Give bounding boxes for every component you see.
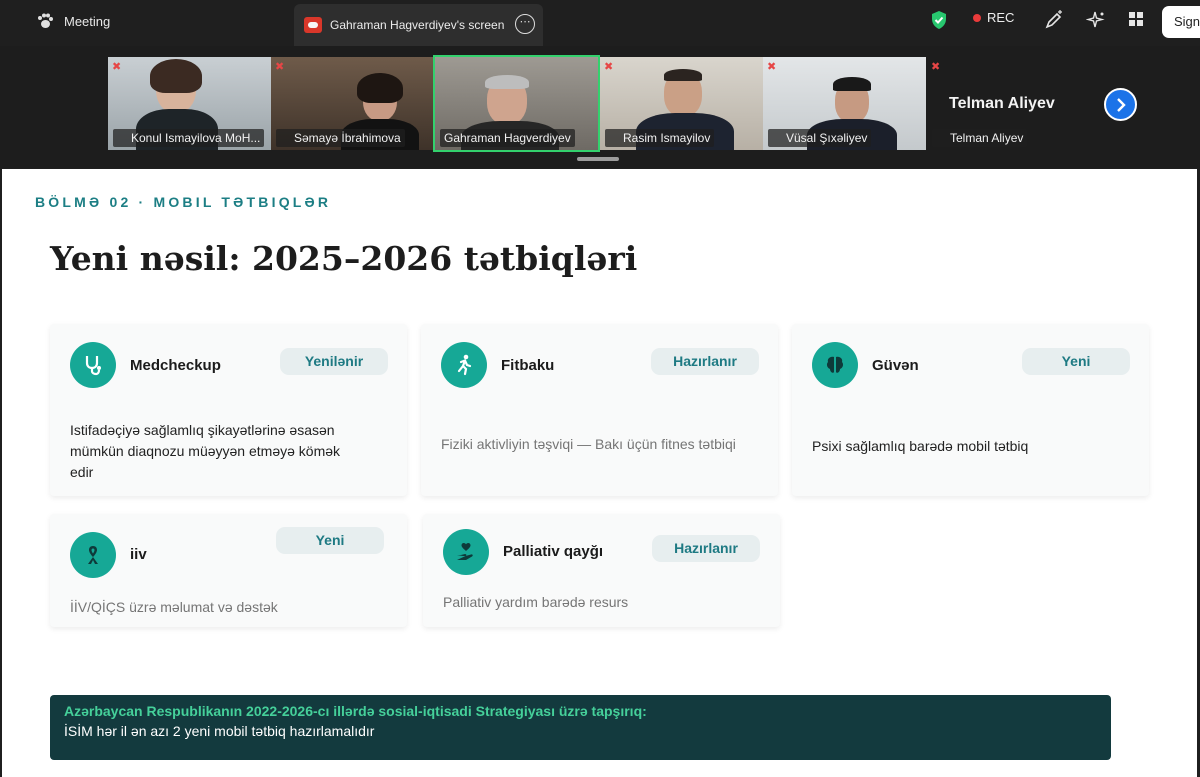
participant-hair — [664, 69, 702, 81]
app-description: Palliativ yardım barədə resurs — [443, 594, 629, 610]
participant-name: Vüsal Şıxəliyev — [768, 129, 872, 147]
participant-name: Konul Ismayilova MoH... — [113, 129, 265, 147]
app-description: Istifadəçiyə sağlamlıq şikayətlərinə əsa… — [70, 422, 341, 480]
more-options-button[interactable]: ⋯ — [515, 14, 535, 34]
status-badge: Hazırlanır — [651, 348, 759, 375]
participant-hair — [833, 77, 871, 91]
participant-hair — [357, 73, 403, 103]
strategy-task-text: İSİM hər il ən azı 2 yeni mobil tətbiq h… — [64, 723, 375, 739]
app-name: iiv — [130, 546, 147, 563]
brain-icon — [812, 342, 858, 388]
share-tab-title: Gahraman Hagverdiyev's screen — [330, 18, 505, 32]
participant-name: Rasim Ismayilov — [605, 129, 715, 147]
section-label: BÖLMƏ 02 · MOBIL TƏTBIQLƏR — [35, 194, 332, 210]
meeting-title[interactable]: Meeting — [36, 13, 110, 29]
app-name: Medcheckup — [130, 357, 221, 374]
stethoscope-icon — [70, 342, 116, 388]
participant-hair — [485, 75, 529, 89]
app-card-guven: Güvən Yeni Psixi sağlamlıq barədə mobil … — [792, 324, 1149, 496]
app-card-fitbaku: Fitbaku Hazırlanır Fiziki aktivliyin təş… — [421, 324, 778, 496]
annotate-pen-icon[interactable] — [1044, 10, 1064, 30]
participant-name: Səmayə İbrahimova — [276, 129, 405, 147]
app-name: Palliativ qayğı — [503, 543, 604, 560]
participant-name: Gahraman Hagverdiyev — [440, 129, 575, 147]
status-badge: Hazırlanır — [652, 535, 760, 562]
participant-name: Telman Aliyev — [932, 129, 1028, 147]
security-shield-icon[interactable] — [930, 10, 948, 30]
participant-tile[interactable]: ✖ Vüsal Şıxəliyev — [763, 57, 926, 150]
ribbon-icon — [70, 532, 116, 578]
app-card-palliativ: Palliativ qayğı Hazırlanır Palliativ yar… — [423, 514, 780, 627]
sparkle-ai-icon[interactable] — [1086, 10, 1106, 30]
care-hand-icon — [443, 529, 489, 575]
mic-muted-icon: ✖ — [931, 61, 941, 73]
app-card-medcheckup: Medcheckup Yenilənir Istifadəçiyə sağlam… — [50, 324, 407, 496]
status-badge: Yenilənir — [280, 348, 388, 375]
recording-indicator[interactable]: REC — [973, 10, 1014, 25]
participant-hair — [150, 59, 202, 93]
app-description: İİV/QİÇS üzrə məlumat və dəstək — [70, 599, 278, 615]
runner-icon — [441, 342, 487, 388]
participant-tile[interactable]: ✖ Səmayə İbrahimova — [271, 57, 434, 150]
presenter-logo-icon — [304, 17, 322, 33]
top-bar: Meeting Gahraman Hagverdiyev's screen ⋯ … — [0, 0, 1200, 46]
strategy-heading: Azərbaycan Respublikanın 2022-2026-cı il… — [64, 703, 647, 719]
participant-tile-active-speaker[interactable]: Gahraman Hagverdiyev — [433, 55, 600, 152]
apps-grid-icon[interactable] — [1127, 10, 1145, 28]
record-dot-icon — [973, 13, 981, 22]
shared-screen-slide: BÖLMƏ 02 · MOBIL TƏTBIQLƏR Yeni nəsil: 2… — [2, 169, 1197, 777]
app-title-label: Meeting — [64, 13, 111, 29]
screen-share-tab[interactable]: Gahraman Hagverdiyev's screen ⋯ — [294, 4, 543, 46]
mic-muted-icon: ✖ — [767, 61, 777, 73]
paw-icon — [38, 13, 53, 28]
mic-muted-icon: ✖ — [604, 61, 614, 73]
app-card-iiv: iiv Yeni İİV/QİÇS üzrə məlumat və dəstək — [50, 514, 407, 627]
participant-display-name: Telman Aliyev — [949, 95, 1055, 112]
sign-in-button[interactable]: Sign — [1162, 6, 1200, 38]
rec-label: REC — [987, 10, 1015, 25]
chevron-right-icon — [1116, 98, 1126, 112]
slide-title: Yeni nəsil: 2025–2026 tətbiqləri — [50, 239, 638, 278]
participant-tile[interactable]: ✖ Rasim Ismayilov — [600, 57, 763, 150]
participant-tile[interactable]: ✖ Konul Ismayilova MoH... — [108, 57, 271, 150]
mic-muted-icon: ✖ — [112, 61, 122, 73]
app-description: Psixi sağlamlıq barədə mobil tətbiq — [812, 438, 1029, 454]
status-badge: Yeni — [276, 527, 384, 554]
app-description: Fiziki aktivliyin təşviqi — Bakı üçün fi… — [441, 436, 736, 452]
status-badge: Yeni — [1022, 348, 1130, 375]
participants-strip: ✖ Konul Ismayilova MoH... ✖ Səmayə İbrah… — [0, 46, 1200, 168]
next-participants-button[interactable] — [1104, 88, 1137, 121]
mic-muted-icon: ✖ — [275, 61, 285, 73]
app-name: Güvən — [872, 357, 919, 374]
strip-drag-handle[interactable] — [577, 157, 619, 161]
app-name: Fitbaku — [501, 357, 555, 374]
strategy-task-banner: Azərbaycan Respublikanın 2022-2026-cı il… — [50, 695, 1111, 760]
